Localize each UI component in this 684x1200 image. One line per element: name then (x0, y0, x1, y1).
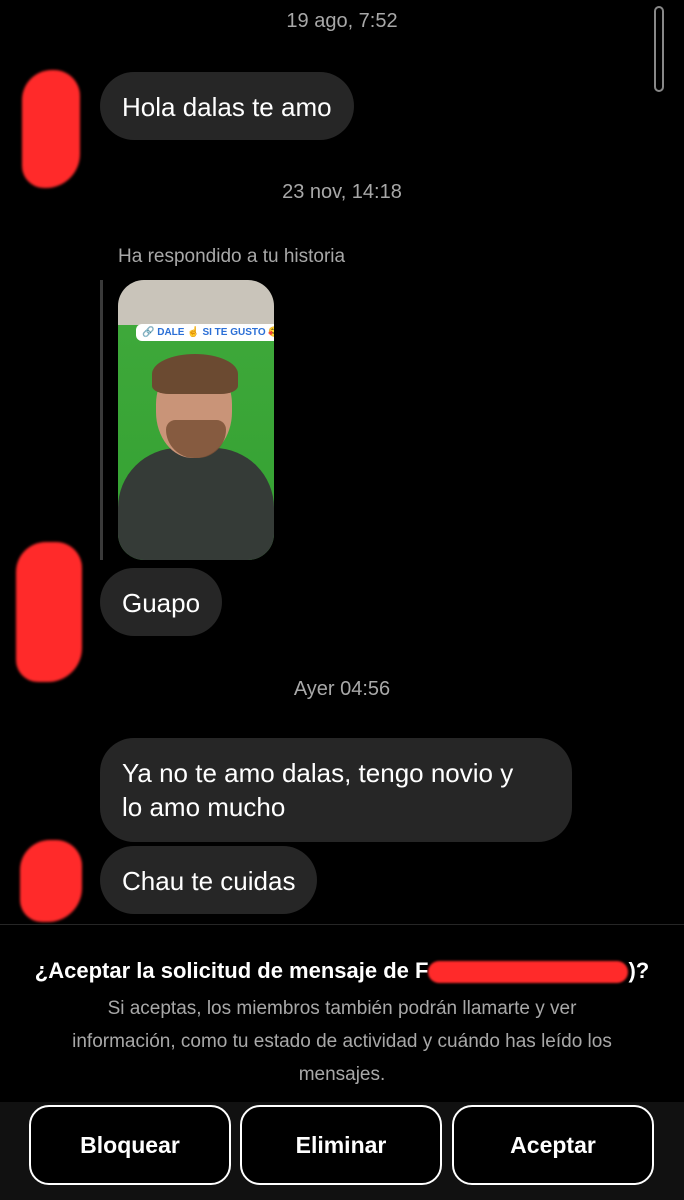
story-link-sticker: 🔗 DALE ☝ SI TE GUSTO 🥰 (136, 324, 274, 341)
reply-indicator-line (100, 280, 103, 560)
message-line: lo amo mucho (122, 792, 286, 822)
request-description-line: Si aceptas, los miembros también podrán … (107, 998, 577, 1019)
timestamp: 23 nov, 14:18 (282, 181, 402, 203)
request-title: ¿Aceptar la solicitud de mensaje de F)? (0, 958, 684, 984)
message-bubble[interactable]: Hola dalas te amo (100, 72, 354, 140)
message-bubble[interactable]: Ya no te amo dalas, tengo novio y lo amo… (100, 738, 572, 842)
message-bubble[interactable]: Guapo (100, 568, 223, 636)
accept-button[interactable]: Aceptar (452, 1105, 654, 1185)
story-reply-label: Ha respondido a tu historia (118, 246, 346, 267)
request-description: Si aceptas, los miembros también podrán … (30, 992, 654, 1091)
request-description-line: información, como tu estado de actividad… (72, 1031, 612, 1052)
story-image-shirt (118, 448, 274, 560)
timestamp: 19 ago, 7:52 (286, 10, 398, 32)
request-title-prefix: ¿Aceptar la solicitud de mensaje de F (34, 958, 429, 983)
redacted-avatar (16, 542, 82, 682)
message-line: Ya no te amo dalas, tengo novio y (122, 758, 514, 788)
delete-button[interactable]: Eliminar (240, 1105, 442, 1185)
timestamp: Ayer 04:56 (293, 678, 391, 700)
section-divider (0, 924, 684, 925)
story-image-hair (152, 354, 238, 394)
block-button[interactable]: Bloquear (29, 1105, 231, 1185)
request-title-suffix: )? (628, 958, 650, 983)
redacted-avatar (20, 840, 82, 922)
story-thumbnail[interactable]: 🔗 DALE ☝ SI TE GUSTO 🥰 (118, 280, 274, 560)
redacted-avatar (22, 70, 80, 188)
request-description-line: mensajes. (298, 1064, 386, 1085)
redacted-username (428, 961, 629, 984)
message-bubble[interactable]: Chau te cuidas (100, 846, 318, 914)
